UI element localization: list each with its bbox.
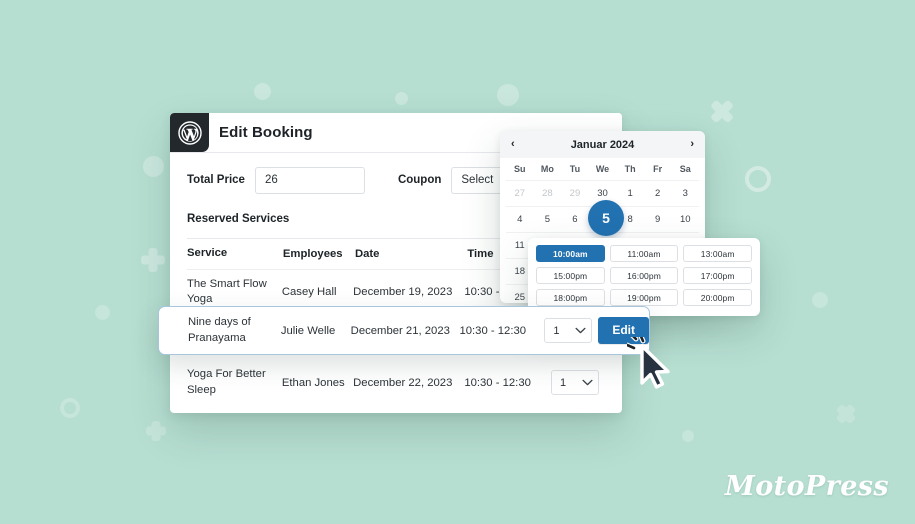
coupon-label: Coupon	[397, 174, 442, 186]
weekday-fr: Fr	[653, 164, 663, 174]
calendar-day[interactable]: 3	[671, 181, 699, 206]
calendar-day[interactable]: 1	[616, 181, 644, 206]
deco-x	[709, 99, 734, 124]
table-row[interactable]: Yoga For Better Sleep Ethan Jones Decemb…	[187, 360, 605, 405]
deco-dot	[395, 92, 408, 105]
cell-quantity: 1	[551, 370, 605, 395]
cell-date: December 19, 2023	[353, 286, 453, 298]
chevron-down-icon	[582, 379, 593, 386]
cell-time: 10:30 - 12:30	[459, 324, 527, 337]
calendar-prev-month-button[interactable]: ‹	[511, 139, 515, 150]
calendar-day[interactable]: 9	[644, 207, 672, 232]
column-header-employees: Employees	[282, 248, 343, 260]
quantity-value: 1	[560, 376, 567, 389]
cell-service: Nine days of Pranayama	[188, 316, 251, 344]
timeslot-option[interactable]: 18:00pm	[536, 289, 605, 306]
calendar-next-month-button[interactable]: ›	[690, 139, 694, 150]
timeslot-option[interactable]: 15:00pm	[536, 267, 605, 284]
cell-service: The Smart Flow Yoga	[187, 277, 267, 305]
timeslot-option[interactable]: 17:00pm	[683, 267, 752, 284]
quantity-value: 1	[553, 324, 560, 337]
deco-plus	[146, 421, 166, 441]
motopress-logo: MotoPress	[724, 471, 889, 502]
deco-dot	[254, 83, 271, 100]
calendar-day[interactable]: 6	[561, 207, 589, 232]
cell-employee: Ethan Jones	[281, 376, 345, 389]
deco-dot	[812, 292, 828, 308]
weekday-we: We	[595, 164, 610, 174]
weekday-th: Th	[624, 164, 636, 174]
cell-date: December 21, 2023	[350, 324, 450, 337]
calendar-month-label: Januar 2024	[570, 138, 635, 151]
total-price-label: Total Price	[187, 174, 245, 186]
cell-quantity: 1	[544, 318, 598, 343]
column-header-service: Service	[187, 247, 228, 260]
calendar-day[interactable]: 2	[644, 181, 672, 206]
quantity-select[interactable]: 1	[551, 370, 599, 395]
weekday-sa: Sa	[679, 164, 691, 174]
cell-employee: Casey Hall	[281, 286, 337, 298]
wordpress-icon	[170, 113, 209, 152]
calendar-day[interactable]: 27	[506, 181, 534, 206]
calendar-weekday-row: Su Mo Tu We Th Fr Sa	[506, 158, 699, 180]
highlighted-booking-row[interactable]: Nine days of Pranayama Julie Welle Decem…	[158, 306, 650, 355]
cell-time: 10:30 - 12:30	[464, 376, 531, 389]
chevron-down-icon	[575, 327, 586, 334]
deco-dot	[682, 430, 694, 442]
calendar-header: ‹ Januar 2024 ›	[500, 131, 705, 158]
mouse-pointer-click-icon	[627, 337, 670, 389]
quantity-select[interactable]: 1	[544, 318, 593, 343]
column-header-date: Date	[354, 248, 380, 260]
deco-dot	[497, 84, 519, 106]
timeslot-option[interactable]: 11:00am	[609, 245, 679, 262]
total-price-input[interactable]: 26	[254, 166, 365, 194]
deco-dot	[143, 156, 164, 177]
timeslot-option[interactable]: 20:00pm	[683, 289, 752, 306]
deco-plus	[141, 248, 165, 272]
cell-date: December 22, 2023	[353, 376, 453, 389]
timeslots-grid: 10:00am 11:00am 13:00am 15:00pm 16:00pm …	[536, 245, 752, 306]
calendar-day[interactable]: 10	[671, 207, 699, 232]
timeslot-option[interactable]: 10:00am	[536, 245, 605, 262]
deco-ring	[745, 166, 771, 192]
calendar-day[interactable]: 29	[561, 181, 589, 206]
weekday-mo: Mo	[540, 164, 554, 174]
weekday-tu: Tu	[569, 164, 581, 174]
calendar-day[interactable]: 5	[534, 207, 562, 232]
calendar-selected-day[interactable]: 5	[588, 200, 624, 236]
timeslot-option[interactable]: 13:00am	[683, 245, 752, 262]
page-title: Edit Booking	[219, 124, 313, 141]
deco-dot	[95, 305, 110, 320]
deco-x	[836, 404, 856, 424]
cell-employee: Julie Welle	[280, 324, 336, 337]
calendar-day[interactable]: 28	[534, 181, 562, 206]
weekday-su: Su	[514, 164, 526, 174]
timeslot-option[interactable]: 16:00pm	[609, 267, 679, 284]
calendar-day[interactable]: 4	[506, 207, 534, 232]
timeslots-popover: 10:00am 11:00am 13:00am 15:00pm 16:00pm …	[528, 238, 760, 316]
cell-service: Yoga For Better Sleep	[187, 368, 266, 396]
coupon-select-value: Select	[461, 174, 494, 186]
timeslot-option[interactable]: 19:00pm	[609, 289, 679, 306]
deco-ring	[60, 398, 80, 418]
